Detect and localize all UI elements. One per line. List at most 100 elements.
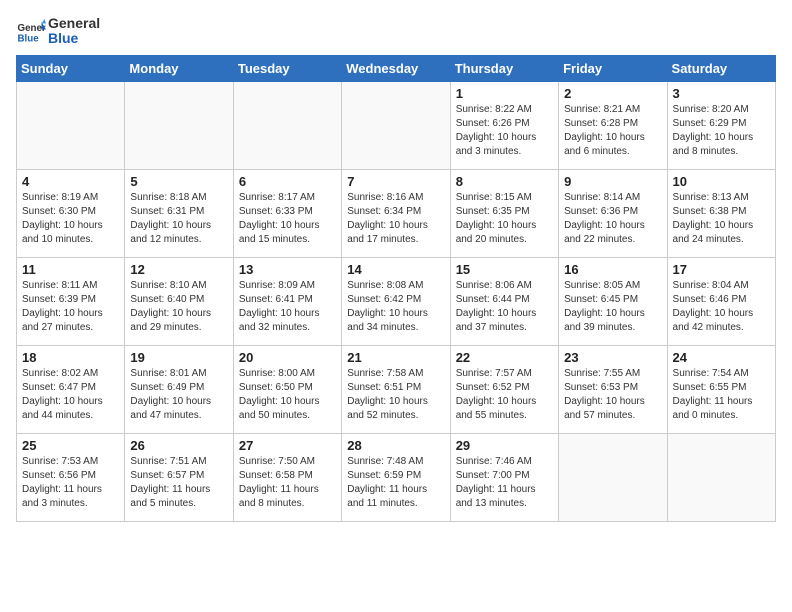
day-info: Sunrise: 8:18 AM Sunset: 6:31 PM Dayligh…	[130, 191, 227, 247]
calendar-week-row: 1Sunrise: 8:22 AM Sunset: 6:26 PM Daylig…	[17, 81, 776, 169]
calendar-cell: 9 Sunrise: 8:14 AM Sunset: 6:36 PM Daylig…	[559, 169, 667, 257]
logo: General Blue General Blue	[16, 16, 100, 47]
weekday-header: Monday	[125, 55, 233, 81]
day-number: 17	[673, 262, 770, 277]
day-info: Sunrise: 7:58 AM Sunset: 6:51 PM Dayligh…	[347, 367, 444, 423]
day-number: 3	[673, 86, 770, 101]
calendar-cell: 29 Sunrise: 7:46 AM Sunset: 7:00 PM Dayli…	[450, 433, 558, 521]
calendar-cell: 8 Sunrise: 8:15 AM Sunset: 6:35 PM Daylig…	[450, 169, 558, 257]
day-info: Sunrise: 8:15 AM Sunset: 6:35 PM Dayligh…	[456, 191, 553, 247]
calendar-cell: 26Sunrise: 7:51 AM Sunset: 6:57 PM Dayli…	[125, 433, 233, 521]
svg-text:Blue: Blue	[18, 34, 40, 45]
calendar-week-row: 4 Sunrise: 8:19 AM Sunset: 6:30 PM Daylig…	[17, 169, 776, 257]
day-info: Sunrise: 8:09 AM Sunset: 6:41 PM Dayligh…	[239, 279, 336, 335]
calendar-cell	[667, 433, 775, 521]
calendar-cell	[559, 433, 667, 521]
calendar-week-row: 18 Sunrise: 8:02 AM Sunset: 6:47 PM Dayli…	[17, 345, 776, 433]
day-number: 5	[130, 174, 227, 189]
calendar-cell: 27 Sunrise: 7:50 AM Sunset: 6:58 PM Dayli…	[233, 433, 341, 521]
day-info: Sunrise: 8:21 AM Sunset: 6:28 PM Dayligh…	[564, 103, 661, 159]
day-number: 10	[673, 174, 770, 189]
day-info: Sunrise: 8:05 AM Sunset: 6:45 PM Dayligh…	[564, 279, 661, 335]
day-number: 18	[22, 350, 119, 365]
calendar-cell: 23 Sunrise: 7:55 AM Sunset: 6:53 PM Dayli…	[559, 345, 667, 433]
day-info: Sunrise: 8:02 AM Sunset: 6:47 PM Dayligh…	[22, 367, 119, 423]
weekday-header: Saturday	[667, 55, 775, 81]
day-info: Sunrise: 7:54 AM Sunset: 6:55 PM Dayligh…	[673, 367, 770, 423]
calendar-cell: 4 Sunrise: 8:19 AM Sunset: 6:30 PM Daylig…	[17, 169, 125, 257]
calendar-cell: 2 Sunrise: 8:21 AM Sunset: 6:28 PM Daylig…	[559, 81, 667, 169]
day-info: Sunrise: 8:14 AM Sunset: 6:36 PM Dayligh…	[564, 191, 661, 247]
calendar-cell	[233, 81, 341, 169]
calendar-cell: 25Sunrise: 7:53 AM Sunset: 6:56 PM Dayli…	[17, 433, 125, 521]
calendar-cell: 13 Sunrise: 8:09 AM Sunset: 6:41 PM Dayli…	[233, 257, 341, 345]
day-info: Sunrise: 7:57 AM Sunset: 6:52 PM Dayligh…	[456, 367, 553, 423]
day-number: 13	[239, 262, 336, 277]
calendar-cell: 20Sunrise: 8:00 AM Sunset: 6:50 PM Dayli…	[233, 345, 341, 433]
day-number: 29	[456, 438, 553, 453]
weekday-header: Wednesday	[342, 55, 450, 81]
logo-general: General	[48, 16, 100, 31]
day-info: Sunrise: 8:01 AM Sunset: 6:49 PM Dayligh…	[130, 367, 227, 423]
day-number: 6	[239, 174, 336, 189]
calendar-header-row: SundayMondayTuesdayWednesdayThursdayFrid…	[17, 55, 776, 81]
day-info: Sunrise: 7:46 AM Sunset: 7:00 PM Dayligh…	[456, 455, 553, 511]
day-info: Sunrise: 8:08 AM Sunset: 6:42 PM Dayligh…	[347, 279, 444, 335]
calendar-cell	[125, 81, 233, 169]
day-number: 15	[456, 262, 553, 277]
day-number: 24	[673, 350, 770, 365]
weekday-header: Sunday	[17, 55, 125, 81]
day-info: Sunrise: 7:50 AM Sunset: 6:58 PM Dayligh…	[239, 455, 336, 511]
weekday-header: Tuesday	[233, 55, 341, 81]
day-info: Sunrise: 7:48 AM Sunset: 6:59 PM Dayligh…	[347, 455, 444, 511]
day-number: 12	[130, 262, 227, 277]
day-number: 25	[22, 438, 119, 453]
day-number: 4	[22, 174, 119, 189]
calendar-week-row: 25Sunrise: 7:53 AM Sunset: 6:56 PM Dayli…	[17, 433, 776, 521]
calendar-cell: 3 Sunrise: 8:20 AM Sunset: 6:29 PM Daylig…	[667, 81, 775, 169]
calendar-cell: 7 Sunrise: 8:16 AM Sunset: 6:34 PM Daylig…	[342, 169, 450, 257]
calendar-cell: 24 Sunrise: 7:54 AM Sunset: 6:55 PM Dayli…	[667, 345, 775, 433]
calendar-cell: 11Sunrise: 8:11 AM Sunset: 6:39 PM Dayli…	[17, 257, 125, 345]
day-info: Sunrise: 8:00 AM Sunset: 6:50 PM Dayligh…	[239, 367, 336, 423]
day-info: Sunrise: 8:13 AM Sunset: 6:38 PM Dayligh…	[673, 191, 770, 247]
day-info: Sunrise: 8:20 AM Sunset: 6:29 PM Dayligh…	[673, 103, 770, 159]
day-info: Sunrise: 8:04 AM Sunset: 6:46 PM Dayligh…	[673, 279, 770, 335]
day-info: Sunrise: 7:55 AM Sunset: 6:53 PM Dayligh…	[564, 367, 661, 423]
day-info: Sunrise: 8:19 AM Sunset: 6:30 PM Dayligh…	[22, 191, 119, 247]
day-number: 23	[564, 350, 661, 365]
calendar-cell: 18 Sunrise: 8:02 AM Sunset: 6:47 PM Dayli…	[17, 345, 125, 433]
header: General Blue General Blue	[16, 16, 776, 47]
logo-icon: General Blue	[16, 16, 46, 46]
calendar-cell: 6 Sunrise: 8:17 AM Sunset: 6:33 PM Daylig…	[233, 169, 341, 257]
day-info: Sunrise: 8:10 AM Sunset: 6:40 PM Dayligh…	[130, 279, 227, 335]
calendar-cell: 12 Sunrise: 8:10 AM Sunset: 6:40 PM Dayli…	[125, 257, 233, 345]
day-number: 7	[347, 174, 444, 189]
day-number: 16	[564, 262, 661, 277]
day-number: 9	[564, 174, 661, 189]
day-number: 8	[456, 174, 553, 189]
day-number: 19	[130, 350, 227, 365]
calendar-cell: 21Sunrise: 7:58 AM Sunset: 6:51 PM Dayli…	[342, 345, 450, 433]
calendar-cell	[17, 81, 125, 169]
day-info: Sunrise: 8:06 AM Sunset: 6:44 PM Dayligh…	[456, 279, 553, 335]
calendar-cell: 5 Sunrise: 8:18 AM Sunset: 6:31 PM Daylig…	[125, 169, 233, 257]
calendar: SundayMondayTuesdayWednesdayThursdayFrid…	[16, 55, 776, 522]
day-number: 22	[456, 350, 553, 365]
day-number: 28	[347, 438, 444, 453]
calendar-cell	[342, 81, 450, 169]
calendar-cell: 10 Sunrise: 8:13 AM Sunset: 6:38 PM Dayli…	[667, 169, 775, 257]
day-info: Sunrise: 8:17 AM Sunset: 6:33 PM Dayligh…	[239, 191, 336, 247]
day-number: 1	[456, 86, 553, 101]
calendar-cell: 1Sunrise: 8:22 AM Sunset: 6:26 PM Daylig…	[450, 81, 558, 169]
calendar-cell: 22 Sunrise: 7:57 AM Sunset: 6:52 PM Dayli…	[450, 345, 558, 433]
calendar-cell: 17 Sunrise: 8:04 AM Sunset: 6:46 PM Dayli…	[667, 257, 775, 345]
logo-blue: Blue	[48, 31, 100, 46]
calendar-cell: 16 Sunrise: 8:05 AM Sunset: 6:45 PM Dayli…	[559, 257, 667, 345]
day-number: 26	[130, 438, 227, 453]
calendar-cell: 19 Sunrise: 8:01 AM Sunset: 6:49 PM Dayli…	[125, 345, 233, 433]
day-number: 27	[239, 438, 336, 453]
day-number: 2	[564, 86, 661, 101]
day-info: Sunrise: 8:16 AM Sunset: 6:34 PM Dayligh…	[347, 191, 444, 247]
calendar-cell: 15 Sunrise: 8:06 AM Sunset: 6:44 PM Dayli…	[450, 257, 558, 345]
